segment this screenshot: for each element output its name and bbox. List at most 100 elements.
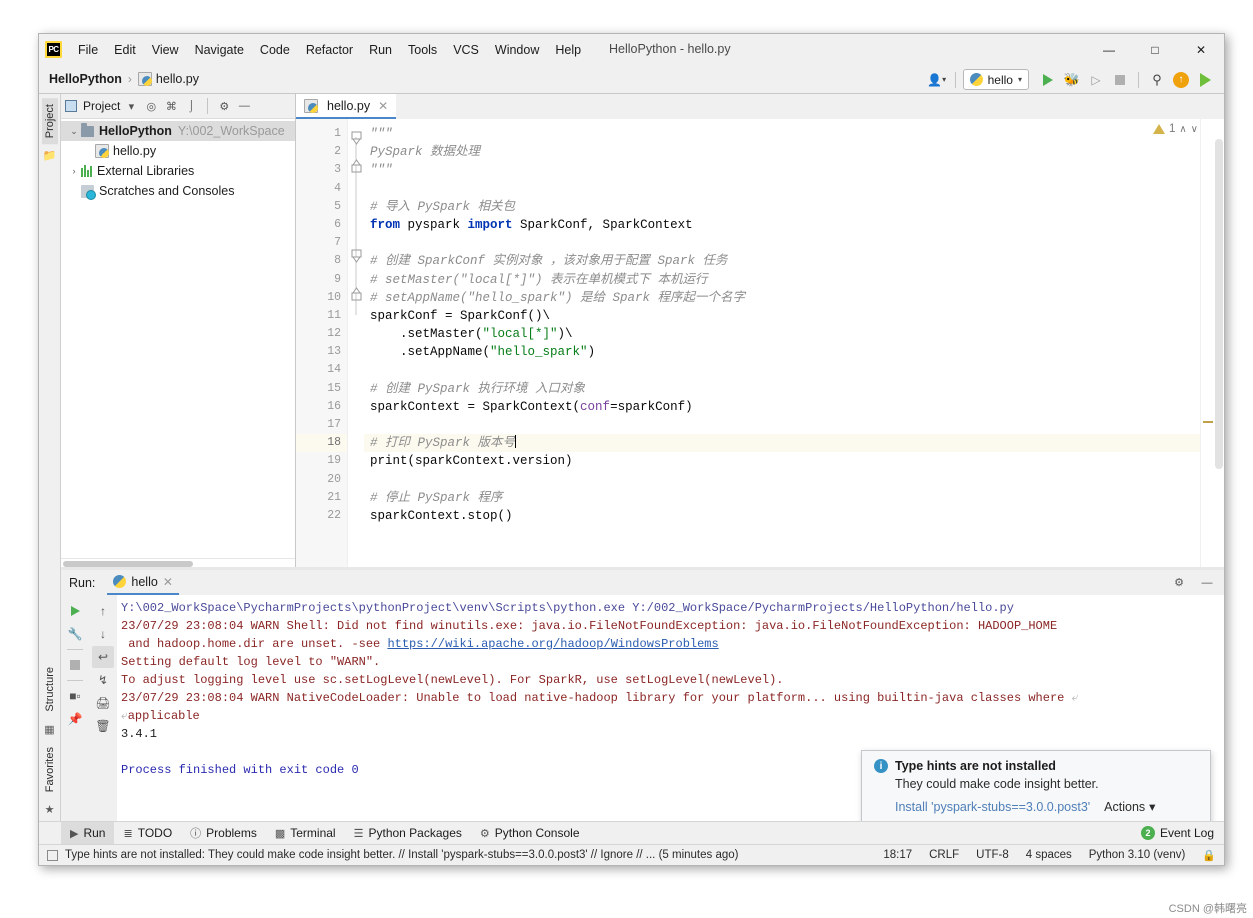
star-icon[interactable]: ★: [45, 803, 55, 816]
project-horizontal-scrollbar[interactable]: [61, 558, 295, 567]
trash-icon[interactable]: 🗑: [92, 715, 114, 737]
chevron-down-icon[interactable]: ⌄: [67, 126, 81, 137]
code-line[interactable]: PySpark 数据处理: [364, 143, 1200, 161]
breadcrumb-project[interactable]: HelloPython: [49, 72, 122, 86]
stripe-mark[interactable]: [1203, 421, 1213, 423]
code-line[interactable]: # 创建 PySpark 执行环境 入口对象: [364, 380, 1200, 398]
code-line[interactable]: [364, 180, 1200, 198]
line-number[interactable]: 3: [296, 161, 347, 179]
install-stubs-link[interactable]: Install 'pyspark-stubs==3.0.0.post3': [895, 800, 1090, 814]
run-icon[interactable]: [1037, 69, 1059, 91]
chevron-right-icon[interactable]: ›: [67, 166, 81, 176]
status-indent[interactable]: 4 spaces: [1026, 849, 1072, 861]
layout-icon[interactable]: ■▫: [64, 685, 86, 707]
locate-icon[interactable]: ◎: [142, 97, 160, 115]
menu-navigate[interactable]: Navigate: [187, 40, 252, 60]
previous-highlight-icon[interactable]: ∧: [1179, 124, 1186, 135]
tree-item-external-libraries[interactable]: › External Libraries: [61, 161, 295, 181]
maximize-button[interactable]: □: [1132, 34, 1178, 65]
tab-problems[interactable]: ⓘ Problems: [181, 822, 266, 844]
line-number[interactable]: 15: [296, 380, 347, 398]
line-number[interactable]: 5: [296, 198, 347, 216]
code-line[interactable]: sparkConf = SparkConf()\: [364, 307, 1200, 325]
menu-window[interactable]: Window: [487, 40, 547, 60]
line-number[interactable]: 10: [296, 289, 347, 307]
pin-icon[interactable]: 📌: [64, 708, 86, 730]
soft-wrap-icon[interactable]: ↩: [92, 646, 114, 668]
run-tab-hello[interactable]: hello ✕: [107, 570, 179, 595]
code-line[interactable]: """: [364, 125, 1200, 143]
tab-python-console[interactable]: ⚙ Python Console: [471, 822, 589, 844]
menu-view[interactable]: View: [144, 40, 187, 60]
gear-icon[interactable]: ⚙: [215, 97, 233, 115]
line-number[interactable]: 20: [296, 471, 347, 489]
code-line[interactable]: print(sparkContext.version): [364, 452, 1200, 470]
folder-icon[interactable]: 📁: [43, 149, 57, 162]
stop-icon[interactable]: [1109, 69, 1131, 91]
stop-icon[interactable]: [64, 654, 86, 676]
hide-icon[interactable]: —: [235, 97, 253, 115]
search-icon[interactable]: ⚲: [1146, 69, 1168, 91]
code-line[interactable]: # setMaster("local[*]") 表示在单机模式下 本机运行: [364, 271, 1200, 289]
close-button[interactable]: ✕: [1178, 34, 1224, 65]
code-line[interactable]: # 打印 PySpark 版本号: [364, 434, 1200, 453]
run-with-coverage-icon[interactable]: ▷: [1085, 69, 1107, 91]
code-folding-column[interactable]: [348, 119, 364, 567]
line-number[interactable]: 14: [296, 361, 347, 379]
line-number[interactable]: 18: [296, 434, 347, 453]
down-arrow-icon[interactable]: ↓: [92, 623, 114, 645]
line-number[interactable]: 19: [296, 452, 347, 470]
line-number[interactable]: 17: [296, 416, 347, 434]
menu-help[interactable]: Help: [547, 40, 589, 60]
console-link[interactable]: https://wiki.apache.org/hadoop/WindowsPr…: [387, 637, 718, 651]
sidebar-item-favorites[interactable]: Favorites: [42, 741, 58, 798]
code-line[interactable]: # 导入 PySpark 相关包: [364, 198, 1200, 216]
wrench-icon[interactable]: 🔧: [64, 623, 86, 645]
status-message[interactable]: Type hints are not installed: They could…: [65, 849, 738, 861]
scrollbar-thumb[interactable]: [63, 561, 193, 567]
tab-todo[interactable]: ≣ TODO: [114, 822, 181, 844]
code-line[interactable]: [364, 471, 1200, 489]
tab-terminal[interactable]: ▩ Terminal: [266, 822, 345, 844]
tab-run[interactable]: ▶ Run: [61, 822, 115, 844]
line-number[interactable]: 6: [296, 216, 347, 234]
code-line[interactable]: [364, 361, 1200, 379]
gear-icon[interactable]: ⚙: [1170, 574, 1188, 592]
line-number[interactable]: 16: [296, 398, 347, 416]
code-editor[interactable]: """ PySpark 数据处理 """ # 导入 PySpark 相关包 from …: [364, 119, 1200, 567]
line-number[interactable]: 4: [296, 180, 347, 198]
line-number[interactable]: 21: [296, 489, 347, 507]
tree-item-scratches-and-consoles[interactable]: Scratches and Consoles: [61, 181, 295, 201]
minimize-button[interactable]: —: [1086, 34, 1132, 65]
event-log-button[interactable]: 2 Event Log: [1140, 826, 1214, 840]
profiler-icon[interactable]: [1194, 69, 1216, 91]
line-number[interactable]: 12: [296, 325, 347, 343]
line-number[interactable]: 11: [296, 307, 347, 325]
chevron-down-icon[interactable]: ▾: [122, 97, 140, 115]
scroll-to-end-icon[interactable]: ↯: [92, 669, 114, 691]
editor-vertical-scrollbar[interactable]: [1214, 119, 1224, 567]
line-number[interactable]: 2: [296, 143, 347, 161]
menu-code[interactable]: Code: [252, 40, 298, 60]
code-line[interactable]: # setAppName("hello_spark") 是给 Spark 程序起…: [364, 289, 1200, 307]
update-project-icon[interactable]: ↑: [1170, 69, 1192, 91]
close-icon[interactable]: ✕: [163, 575, 173, 589]
next-highlight-icon[interactable]: ∨: [1191, 124, 1198, 135]
rerun-icon[interactable]: [64, 600, 86, 622]
balloon-actions-dropdown[interactable]: Actions ▾: [1104, 799, 1155, 815]
menu-vcs[interactable]: VCS: [445, 40, 487, 60]
code-line[interactable]: from pyspark import SparkConf, SparkCont…: [364, 216, 1200, 234]
tab-hello-py[interactable]: hello.py ✕: [296, 94, 397, 119]
breadcrumb-file[interactable]: hello.py: [137, 72, 199, 86]
up-arrow-icon[interactable]: ↑: [92, 600, 114, 622]
sidebar-item-project[interactable]: Project: [41, 98, 58, 145]
line-number[interactable]: 13: [296, 343, 347, 361]
code-line[interactable]: # 创建 SparkConf 实例对象 ，该对象用于配置 Spark 任务: [364, 252, 1200, 270]
status-encoding[interactable]: UTF-8: [976, 849, 1009, 861]
tab-python-packages[interactable]: ☰ Python Packages: [345, 822, 471, 844]
hide-icon[interactable]: —: [1198, 574, 1216, 592]
error-stripe-marker[interactable]: [1200, 119, 1214, 567]
lock-icon[interactable]: 🔒: [1202, 849, 1216, 862]
debug-icon[interactable]: 🐝: [1061, 69, 1083, 91]
collapse-icon[interactable]: ⌘: [162, 97, 180, 115]
